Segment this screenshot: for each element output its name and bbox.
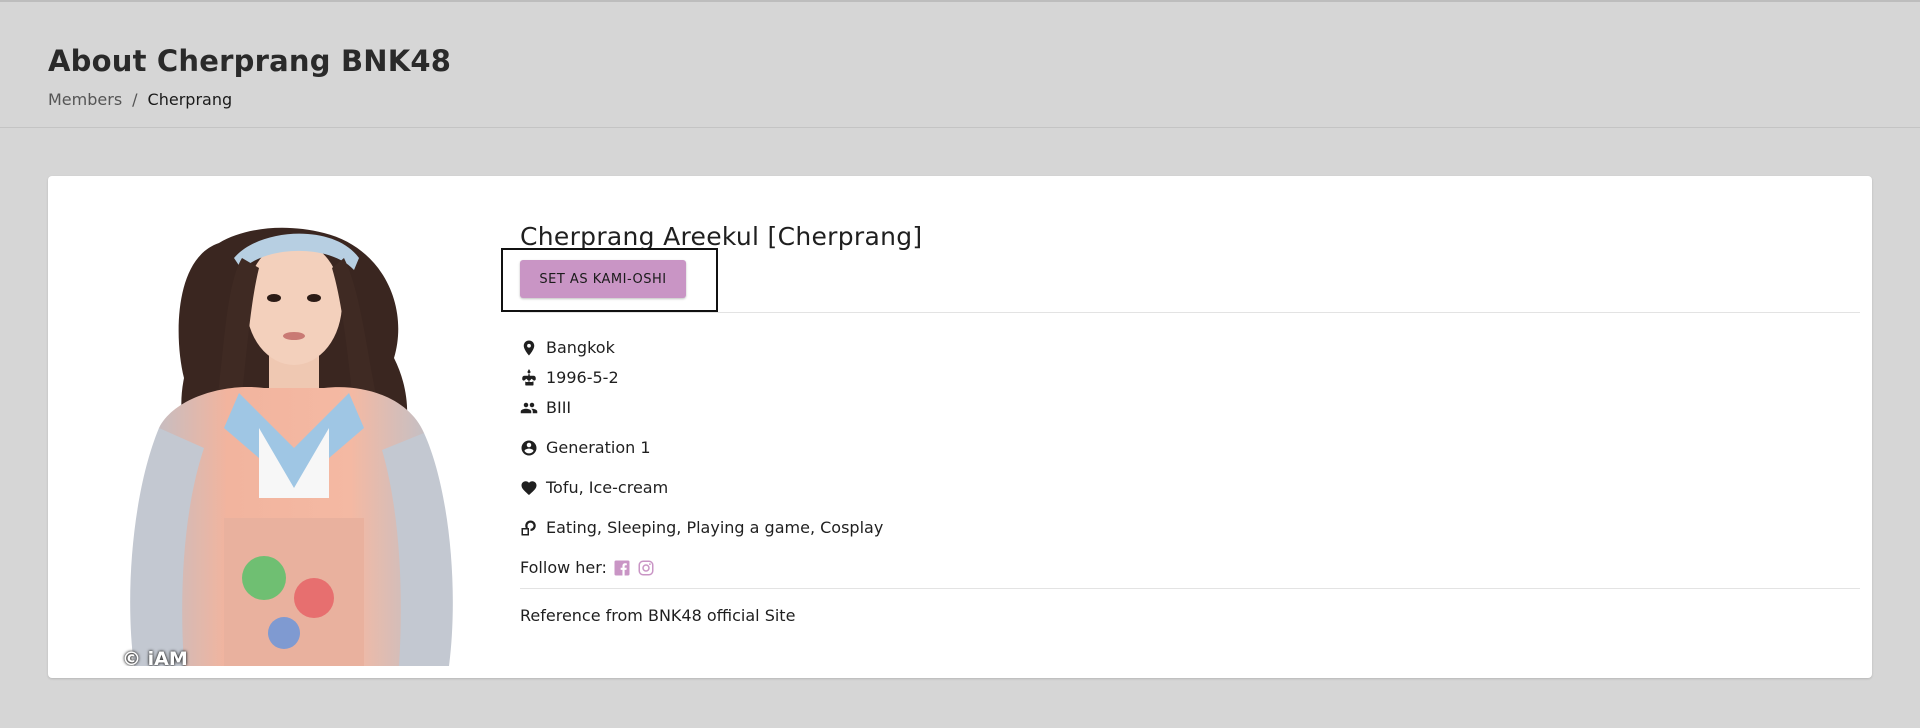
follow-label: Follow her: [520, 558, 607, 577]
facebook-icon[interactable] [613, 559, 631, 577]
favorites-row: Tofu, Ice-cream [520, 478, 668, 497]
generation-row: Generation 1 [520, 438, 651, 457]
member-name: Cherprang Areekul [Cherprang] [520, 222, 923, 251]
generation-value: Generation 1 [546, 438, 651, 457]
photo-credit: © iAM [122, 648, 188, 666]
breadcrumb-members-link[interactable]: Members [48, 90, 122, 109]
location-pin-icon [523, 340, 535, 355]
account-circle-icon [521, 440, 537, 455]
breadcrumb-current: Cherprang [147, 90, 233, 109]
team-row: BIII [520, 398, 571, 417]
set-kami-oshi-button[interactable]: SET AS KAMI-OSHI [520, 260, 686, 298]
birthday-row: 1996-5-2 [520, 368, 619, 387]
hometown-value: Bangkok [546, 338, 615, 357]
page-title: About Cherprang BNK48 [48, 44, 452, 78]
page-header: About Cherprang BNK48 Members / Cherpran… [0, 0, 1920, 128]
hobbies-icon [521, 520, 536, 535]
reference-note: Reference from BNK48 official Site [520, 606, 796, 625]
member-card: © iAM Cherprang Areekul [Cherprang] SET … [48, 176, 1872, 678]
group-icon [520, 402, 538, 413]
instagram-icon[interactable] [637, 559, 655, 577]
member-photo-illustration [130, 227, 453, 666]
divider [520, 588, 1860, 589]
breadcrumb-separator: / [132, 90, 138, 109]
favorites-value: Tofu, Ice-cream [546, 478, 669, 497]
divider [520, 312, 1860, 313]
follow-row: Follow her: [520, 558, 655, 577]
birthday-value: 1996-5-2 [546, 368, 619, 387]
member-photo: © iAM [64, 188, 520, 666]
member-info: Cherprang Areekul [Cherprang] SET AS KAM… [501, 176, 1860, 678]
hobbies-value: Eating, Sleeping, Playing a game, Cospla… [546, 518, 884, 537]
heart-icon [521, 480, 537, 495]
hometown-row: Bangkok [520, 338, 615, 357]
hobbies-row: Eating, Sleeping, Playing a game, Cospla… [520, 518, 883, 537]
breadcrumb: Members / Cherprang [48, 90, 232, 109]
cake-icon [522, 368, 536, 385]
team-value: BIII [546, 398, 572, 417]
